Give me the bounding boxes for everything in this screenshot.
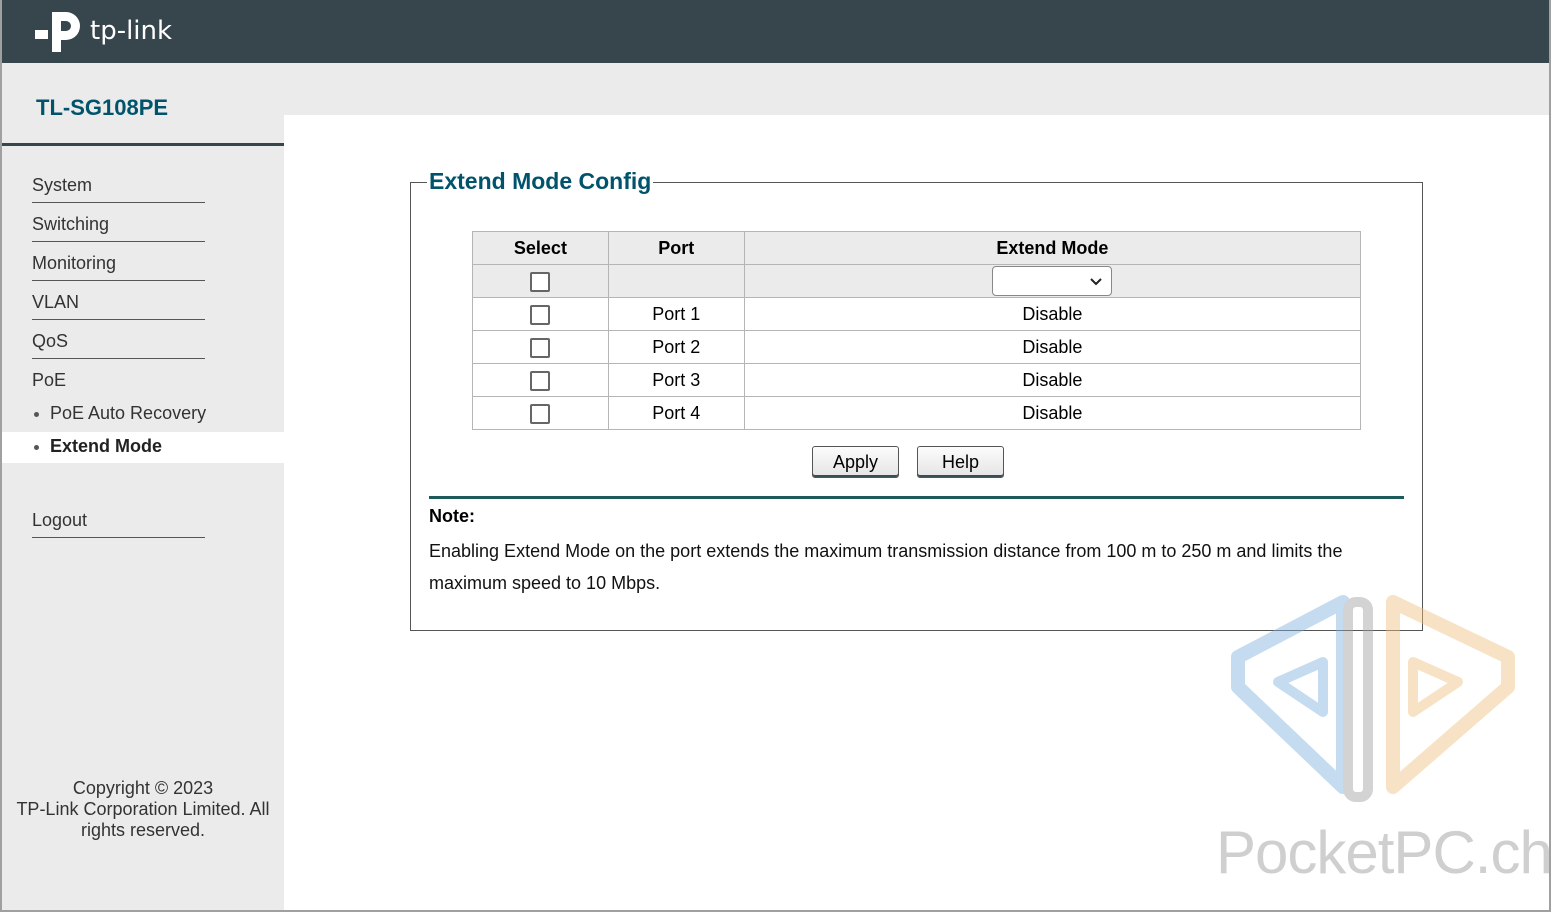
pocketpc-watermark-logo xyxy=(1231,595,1515,802)
sidebar-item-switching[interactable]: Switching xyxy=(32,214,205,242)
sidebar-item-vlan[interactable]: VLAN xyxy=(32,292,205,320)
table-control-row xyxy=(472,264,1362,298)
logo-text: tp-link xyxy=(90,16,173,46)
extend-mode-cell: Disable xyxy=(743,396,1362,430)
column-header-extend-mode: Extend Mode xyxy=(743,231,1362,265)
table-row: Port 2 Disable xyxy=(472,330,1362,364)
port-3-checkbox[interactable] xyxy=(530,370,551,391)
column-header-port: Port xyxy=(607,231,745,265)
table-row: Port 3 Disable xyxy=(472,363,1362,397)
panel-title: Extend Mode Config xyxy=(427,168,654,195)
sidebar-item-poe[interactable]: PoE xyxy=(32,370,205,398)
note-divider xyxy=(429,496,1404,499)
port-1-checkbox[interactable] xyxy=(530,304,551,325)
port-2-checkbox[interactable] xyxy=(530,337,551,358)
sidebar-item-monitoring[interactable]: Monitoring xyxy=(32,253,205,281)
table-header-row: Select Port Extend Mode xyxy=(472,231,1362,265)
extend-mode-cell: Disable xyxy=(743,330,1362,364)
note-text: Enabling Extend Mode on the port extends… xyxy=(429,541,1343,593)
extend-mode-cell: Disable xyxy=(743,363,1362,397)
sidebar-subitem-poe-auto-recovery[interactable]: PoE Auto Recovery xyxy=(2,399,284,430)
port-cell: Port 3 xyxy=(607,363,745,397)
model-name: TL-SG108PE xyxy=(36,95,169,120)
note-title: Note: xyxy=(429,506,475,526)
port-cell: Port 2 xyxy=(607,330,745,364)
logout-link[interactable]: Logout xyxy=(32,510,205,538)
sidebar-subitem-extend-mode[interactable]: Extend Mode xyxy=(2,432,284,463)
table-row: Port 1 Disable xyxy=(472,297,1362,331)
port-cell: Port 4 xyxy=(607,396,745,430)
port-4-checkbox[interactable] xyxy=(530,403,551,424)
copyright: Copyright © 2023 TP-Link Corporation Lim… xyxy=(16,778,270,840)
extend-mode-table: Select Port Extend Mode Port 1 Disable P… xyxy=(472,231,1362,430)
tp-link-logo[interactable]: tp-link xyxy=(32,4,172,58)
help-button[interactable]: Help xyxy=(917,446,1004,478)
chevron-down-icon xyxy=(1090,278,1103,286)
sidebar-item-qos[interactable]: QoS xyxy=(32,331,205,359)
table-row: Port 4 Disable xyxy=(472,396,1362,430)
sidebar: TL-SG108PE System Switching Monitoring V… xyxy=(2,63,284,910)
extend-mode-select[interactable] xyxy=(992,266,1113,296)
top-bar: tp-link xyxy=(0,0,1551,63)
extend-mode-cell: Disable xyxy=(743,297,1362,331)
bullet-icon xyxy=(34,412,39,417)
sidebar-item-system[interactable]: System xyxy=(32,175,205,203)
tp-link-logo-icon xyxy=(35,12,80,52)
apply-button[interactable]: Apply xyxy=(812,446,899,478)
watermark-text: PocketPC.ch xyxy=(1216,819,1551,886)
select-all-checkbox[interactable] xyxy=(530,271,551,292)
port-cell: Port 1 xyxy=(607,297,745,331)
column-header-select: Select xyxy=(472,231,609,265)
control-port-cell xyxy=(607,264,745,298)
model-divider xyxy=(2,143,284,146)
bullet-icon xyxy=(34,445,39,450)
